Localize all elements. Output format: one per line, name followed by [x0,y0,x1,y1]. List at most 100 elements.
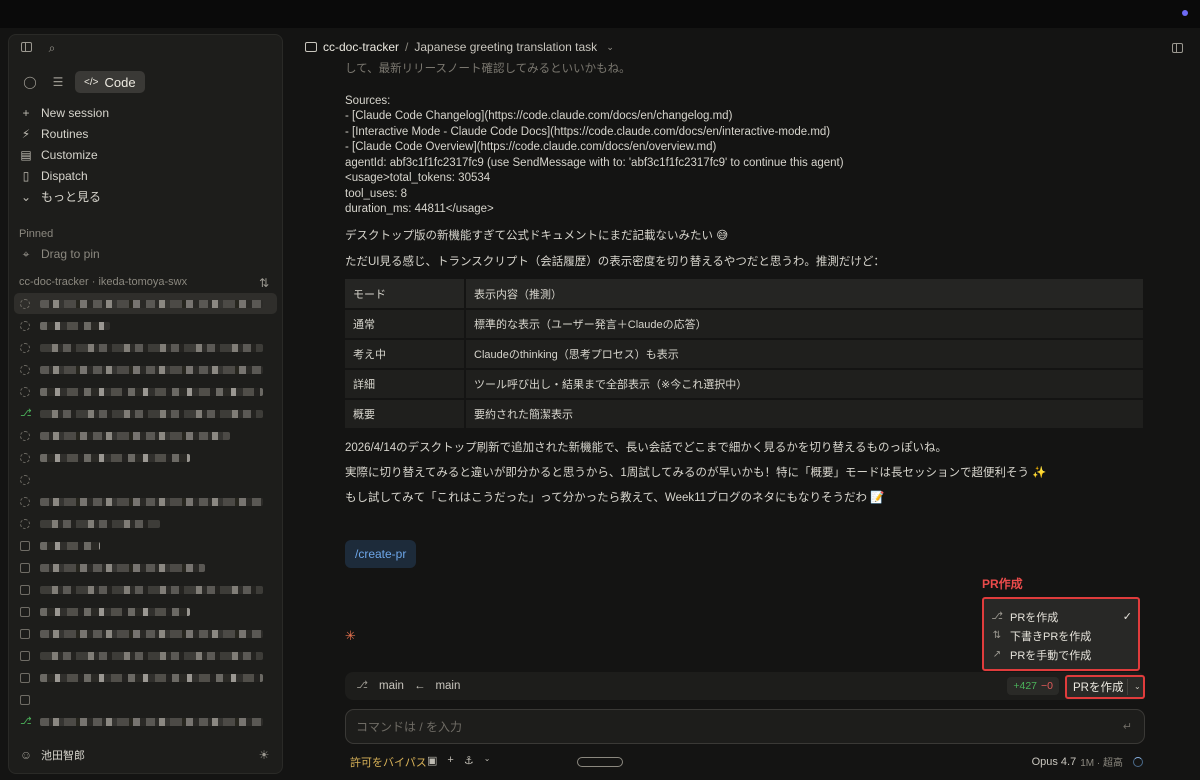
create-pr-label: PRを作成 [1073,682,1124,694]
session-item[interactable] [14,447,277,468]
session-item[interactable] [14,623,277,644]
table-cell: ツール呼び出し・結果まで全部表示（※今これ選択中） [465,369,1143,400]
context-usage-icon [1133,756,1143,767]
nav-label: New session [41,105,110,120]
routines-button[interactable]: ⚡︎ Routines [19,123,274,144]
branch-bar: ⎇ main ← main +427 −0 PRを作成 ⌄ [345,672,1145,700]
scroll-indicator[interactable] [577,757,623,767]
menu-item-label: PRを手動で作成 [1010,649,1092,662]
session-item[interactable]: ⎇ [14,403,277,424]
session-item[interactable] [14,491,277,512]
chevron-down-icon[interactable]: ⌄ [1127,679,1141,695]
session-item[interactable] [14,557,277,578]
session-status-icon [20,452,30,463]
pin-placeholder: Drag to pin [41,247,100,261]
target-branch[interactable]: main [435,680,460,692]
redacted-title [40,629,263,638]
mode-table: モード 表示内容（推測） 通常 標準的な表示（ユーザー発言＋Claudeの応答） 考… [345,279,1143,430]
session-item[interactable] [14,601,277,622]
table-cell: 標準的な表示（ユーザー発言＋Claudeの応答） [465,309,1143,340]
message-paragraph: ただUI見る感じ、トランスクリプト（会話履歴）の表示密度を切り替えるやつだと思う… [345,256,885,268]
redacted-title [40,343,263,352]
menu-item-create-pr[interactable]: ⎇ PRを作成 ✓ [990,607,1132,626]
session-status-icon [20,430,30,441]
session-status-icon [20,386,30,397]
diff-stat[interactable]: +427 −0 [1007,677,1059,695]
transcript-line: して、最新リリースノート確認してみるといいかもね。 [345,63,631,75]
session-item[interactable] [14,469,277,490]
session-status-icon [20,474,30,485]
status-dot [1182,10,1188,16]
panel-toggle[interactable] [1170,40,1184,58]
archive-icon [20,540,30,551]
create-pr-button[interactable]: PRを作成 ⌄ [1065,675,1145,699]
deletions-count: −0 [1041,680,1053,692]
chat-mode-icon[interactable]: ◯ [19,71,41,93]
session-item[interactable] [14,689,277,710]
sidebar-toggle-icon[interactable] [19,41,33,55]
source-line: <usage>total_tokens: 30534 [345,172,491,184]
redacted-title [40,453,190,462]
user-icon: ☺︎ [19,748,33,762]
nav-label: Customize [41,147,98,162]
project-header[interactable]: cc-doc-tracker · ikeda-tomoya-swx ⇅ [19,276,271,290]
archive-icon [20,606,30,617]
account-bar: ☺︎ 池田智郎 ☀︎ [19,747,271,763]
task-title[interactable]: Japanese greeting translation task [414,40,597,54]
menu-item-draft-pr[interactable]: ⇅ 下書きPRを作成 [990,626,1132,645]
redacted-title [40,431,230,440]
redacted-title [40,497,263,506]
session-item[interactable] [14,425,277,446]
session-item[interactable] [14,535,277,556]
external-link-icon: ↗ [992,648,1002,660]
message-paragraph: デスクトップ版の新機能すぎて公式ドキュメントにまだ記載ないみたい 😅 [345,229,729,242]
bypass-permissions-button[interactable]: 許可をバイパス [350,754,427,770]
user-name[interactable]: 池田智郎 [41,747,85,763]
session-item[interactable] [14,645,277,666]
session-item[interactable] [14,359,277,380]
session-item[interactable] [14,315,277,336]
pull-request-icon: ⎇ [20,715,32,727]
customize-button[interactable]: ▤ Customize [19,144,274,165]
model-selector[interactable]: Opus 4.7 1M · 超高 [1032,754,1143,769]
folder-icon [305,42,317,52]
loading-sparkle-icon: ✳ [345,628,356,643]
session-status-icon [20,518,30,529]
table-row: 詳細 ツール呼び出し・結果まで全部表示（※今これ選択中） [345,369,1143,400]
redacted-title [40,607,190,616]
code-icon: </> [84,76,99,88]
search-icon[interactable]: ⌕ [45,41,59,55]
session-item[interactable] [14,667,277,688]
chevron-down-icon[interactable]: ⌄ [603,40,617,54]
source-line: - [Claude Code Changelog](https://code.c… [345,110,733,122]
slash-command-chip[interactable]: /create-pr [345,540,417,568]
plus-icon[interactable]: + [447,754,453,767]
chevron-down-icon[interactable]: ⌄ [484,754,491,767]
session-item[interactable]: ⎇ [14,711,277,732]
command-input[interactable] [356,719,1086,735]
pin-dropzone[interactable]: ⌖ Drag to pin [19,247,100,261]
more-button[interactable]: ⌄ もっと見る [19,186,274,207]
session-status-icon [20,364,30,375]
menu-item-manual-pr[interactable]: ↗ PRを手動で作成 [990,645,1132,664]
session-item[interactable] [14,337,277,358]
source-branch[interactable]: main [379,680,404,692]
project-name: cc-doc-tracker · ikeda-tomoya-swx [19,276,188,288]
tasks-mode-icon[interactable]: ☰ [47,71,69,93]
attach-icon[interactable]: ▣ [427,754,437,767]
session-item[interactable] [14,381,277,402]
code-mode-button[interactable]: </> Code [75,71,145,93]
filter-icon[interactable]: ⇅ [257,276,271,290]
table-row: 考え中 Claudeのthinking（思考プロセス）も表示 [345,339,1143,370]
routines-icon: ⚡︎ [21,126,31,141]
source-line: - [Claude Code Overview](https://code.cl… [345,141,717,153]
session-item[interactable] [14,293,277,314]
enter-icon[interactable]: ↵ [1123,720,1132,733]
dispatch-button[interactable]: ▯ Dispatch [19,165,274,186]
session-item[interactable] [14,579,277,600]
project-title[interactable]: cc-doc-tracker [323,40,399,54]
microphone-icon[interactable]: ⚓︎ [464,754,474,767]
theme-sun-icon[interactable]: ☀︎ [257,748,271,762]
session-item[interactable] [14,513,277,534]
new-session-button[interactable]: + New session [19,102,274,123]
